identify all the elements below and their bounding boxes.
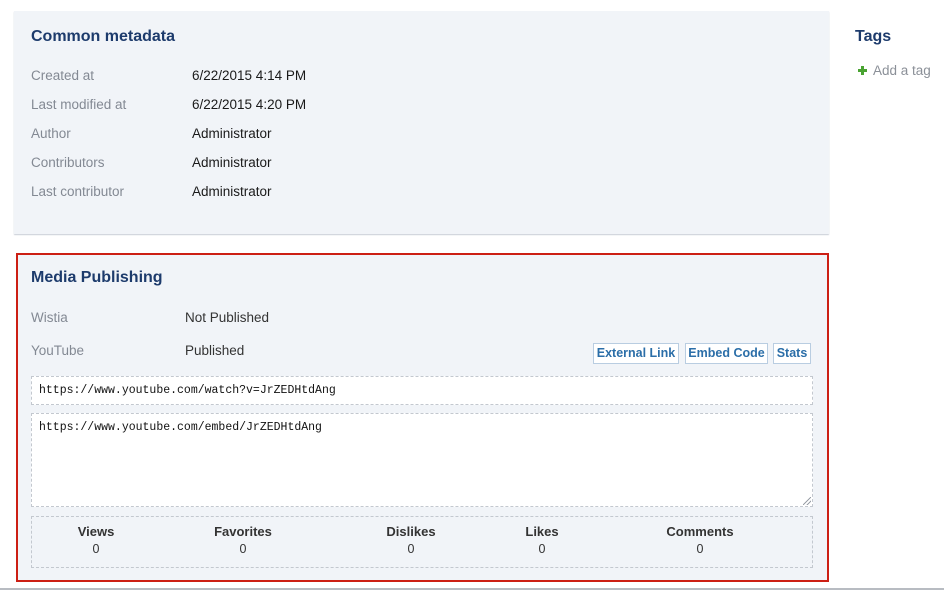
- embed-code-text: https://www.youtube.com/embed/JrZEDHtdAn…: [39, 421, 322, 434]
- media-publishing-panel: Media Publishing Wistia Not Published Yo…: [16, 253, 829, 582]
- author-value: Administrator: [192, 126, 272, 141]
- common-metadata-title: Common metadata: [31, 28, 176, 45]
- last-contributor-value: Administrator: [192, 184, 272, 199]
- embed-code-button[interactable]: Embed Code: [685, 343, 768, 364]
- stat-dislikes: Dislikes 0: [351, 524, 471, 556]
- stat-likes: Likes 0: [482, 524, 602, 556]
- stat-value: 0: [239, 542, 247, 556]
- stat-value: 0: [407, 542, 415, 556]
- stat-label: Comments: [666, 524, 734, 539]
- media-publishing-title: Media Publishing: [31, 269, 163, 286]
- contributors-value: Administrator: [192, 155, 272, 170]
- created-at-value: 6/22/2015 4:14 PM: [192, 68, 307, 83]
- contributors-label: Contributors: [31, 155, 105, 170]
- resize-grip-icon[interactable]: [803, 497, 811, 505]
- last-modified-label: Last modified at: [31, 97, 127, 112]
- stat-label: Views: [77, 524, 115, 539]
- common-metadata-panel: Common metadata Created at 6/22/2015 4:1…: [14, 11, 829, 234]
- stat-favorites: Favorites 0: [183, 524, 303, 556]
- stat-views: Views 0: [36, 524, 156, 556]
- stat-label: Dislikes: [386, 524, 436, 539]
- youtube-label: YouTube: [31, 343, 85, 358]
- wistia-status: Not Published: [185, 310, 270, 325]
- add-tag-link[interactable]: Add a tag: [858, 63, 931, 78]
- stat-value: 0: [696, 542, 704, 556]
- last-modified-value: 6/22/2015 4:20 PM: [192, 97, 307, 112]
- stat-label: Likes: [525, 524, 559, 539]
- stats-box: Views 0 Favorites 0 Dislikes 0 Likes 0 C…: [31, 516, 813, 568]
- stat-comments: Comments 0: [640, 524, 760, 556]
- add-tag-label: Add a tag: [873, 63, 931, 78]
- stats-button[interactable]: Stats: [773, 343, 811, 364]
- author-label: Author: [31, 126, 71, 141]
- external-link-button[interactable]: External Link: [593, 343, 679, 364]
- stat-label: Favorites: [214, 524, 272, 539]
- created-at-label: Created at: [31, 68, 95, 83]
- embed-code-field[interactable]: https://www.youtube.com/embed/JrZEDHtdAn…: [31, 413, 813, 507]
- plus-icon: [858, 66, 867, 75]
- wistia-label: Wistia: [31, 310, 68, 325]
- youtube-status: Published: [185, 343, 245, 358]
- external-link-field[interactable]: https://www.youtube.com/watch?v=JrZEDHtd…: [31, 376, 813, 405]
- stat-value: 0: [92, 542, 100, 556]
- stat-value: 0: [538, 542, 546, 556]
- tags-title: Tags: [855, 28, 892, 45]
- last-contributor-label: Last contributor: [31, 184, 125, 199]
